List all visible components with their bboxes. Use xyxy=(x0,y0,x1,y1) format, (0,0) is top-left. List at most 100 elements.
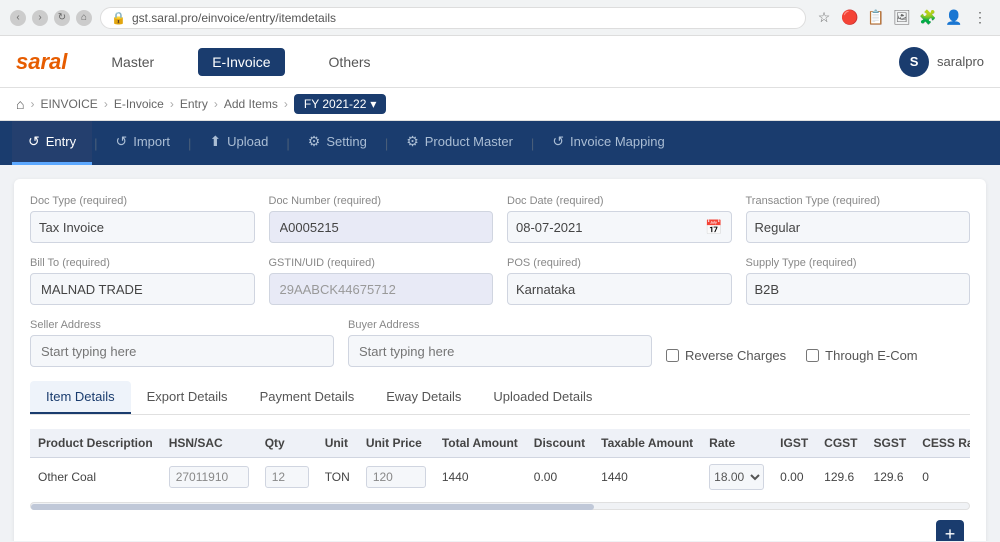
col-taxable-amount: Taxable Amount xyxy=(593,429,701,458)
gstin-label: GSTIN/UID (required) xyxy=(269,257,494,269)
back-button[interactable]: ‹ xyxy=(10,10,26,26)
bookmark-icon[interactable]: ☆ xyxy=(814,8,834,28)
product-master-tab-icon: ⚙ xyxy=(406,133,419,150)
cell-discount: 0.00 xyxy=(526,458,593,497)
checkbox-area: Reverse Charges Through E-Com xyxy=(666,348,970,367)
add-row-button[interactable]: + xyxy=(936,520,964,541)
bill-to-label: Bill To (required) xyxy=(30,257,255,269)
tab-import[interactable]: ↺ Import xyxy=(99,121,186,165)
transaction-type-label: Transaction Type (required) xyxy=(746,195,971,207)
horizontal-scrollbar[interactable] xyxy=(30,502,970,510)
sub-tab-export-details[interactable]: Export Details xyxy=(131,381,244,414)
add-row-area: + xyxy=(30,516,970,541)
tab-bar: ↺ Entry | ↺ Import | ⬆ Upload | ⚙ Settin… xyxy=(0,121,1000,165)
sub-tab-item-details[interactable]: Item Details xyxy=(30,381,131,414)
transaction-type-select[interactable]: Regular xyxy=(746,211,971,243)
url-bar[interactable]: 🔒 gst.saral.pro/einvoice/entry/itemdetai… xyxy=(100,7,806,29)
seller-address-group: Seller Address xyxy=(30,319,334,367)
setting-tab-icon: ⚙ xyxy=(308,133,321,150)
doc-number-label: Doc Number (required) xyxy=(269,195,494,207)
refresh-button[interactable]: ↻ xyxy=(54,10,70,26)
top-nav: saral Master E-Invoice Others S saralpro xyxy=(0,36,1000,88)
doc-type-select[interactable]: Tax Invoice xyxy=(30,211,255,243)
cell-total-amount: 1440 xyxy=(434,458,526,497)
tab-product-master-label: Product Master xyxy=(425,134,513,149)
reverse-charges-checkbox[interactable] xyxy=(666,349,679,362)
col-rate: Rate xyxy=(701,429,772,458)
breadcrumb-add-items[interactable]: Add Items xyxy=(224,97,278,111)
cell-unit-price xyxy=(358,458,434,497)
bill-to-group: Bill To (required) xyxy=(30,257,255,305)
buyer-address-label: Buyer Address xyxy=(348,319,652,331)
col-unit-price: Unit Price xyxy=(358,429,434,458)
fy-selector[interactable]: FY 2021-22 ▾ xyxy=(294,94,387,114)
buyer-address-input[interactable] xyxy=(348,335,652,367)
form-row-3: Seller Address Buyer Address Reverse Cha… xyxy=(30,319,970,367)
rate-select[interactable]: 18.00 xyxy=(709,464,764,490)
sub-tab-payment-details[interactable]: Payment Details xyxy=(244,381,371,414)
ext2-icon[interactable]: 📋 xyxy=(866,8,886,28)
supply-type-select[interactable]: B2B xyxy=(746,273,971,305)
breadcrumb-einvoice[interactable]: EINVOICE xyxy=(40,97,97,111)
tab-invoice-mapping-label: Invoice Mapping xyxy=(570,134,665,149)
browser-controls: ‹ › ↻ ⌂ xyxy=(10,10,92,26)
gstin-input[interactable] xyxy=(269,273,494,305)
cell-taxable-amount: 1440 xyxy=(593,458,701,497)
home-button[interactable]: ⌂ xyxy=(76,10,92,26)
col-qty: Qty xyxy=(257,429,317,458)
more-icon[interactable]: ⋮ xyxy=(970,8,990,28)
breadcrumb-entry[interactable]: Entry xyxy=(180,97,208,111)
sub-tab-eway-details[interactable]: Eway Details xyxy=(370,381,477,414)
breadcrumb-einvoice2[interactable]: E-Invoice xyxy=(114,97,164,111)
tab-upload-label: Upload xyxy=(227,134,268,149)
buyer-address-group: Buyer Address xyxy=(348,319,652,367)
tab-entry[interactable]: ↺ Entry xyxy=(12,121,92,165)
items-table: Product Description HSN/SAC Qty Unit Uni… xyxy=(30,429,970,496)
calendar-icon[interactable]: 📅 xyxy=(705,219,722,236)
doc-number-input[interactable] xyxy=(269,211,494,243)
seller-address-label: Seller Address xyxy=(30,319,334,331)
qty-input[interactable] xyxy=(265,466,309,488)
reverse-charges-label: Reverse Charges xyxy=(685,348,786,363)
tab-invoice-mapping[interactable]: ↺ Invoice Mapping xyxy=(536,121,680,165)
hsn-input[interactable] xyxy=(169,466,249,488)
ext1-icon[interactable]: 🔴 xyxy=(840,8,860,28)
doc-date-label: Doc Date (required) xyxy=(507,195,732,207)
seller-address-input[interactable] xyxy=(30,335,334,367)
ext3-icon[interactable]: 🖼 xyxy=(892,8,912,28)
tab-import-label: Import xyxy=(133,134,170,149)
tab-setting[interactable]: ⚙ Setting xyxy=(292,121,383,165)
tab-upload[interactable]: ⬆ Upload xyxy=(193,121,284,165)
bill-to-input[interactable] xyxy=(30,273,255,305)
cell-igst: 0.00 xyxy=(772,458,816,497)
forward-button[interactable]: › xyxy=(32,10,48,26)
unit-price-input[interactable] xyxy=(366,466,426,488)
form-row-2: Bill To (required) GSTIN/UID (required) … xyxy=(30,257,970,305)
col-sgst: SGST xyxy=(866,429,915,458)
nav-right: S saralpro xyxy=(899,47,984,77)
through-ecom-item: Through E-Com xyxy=(806,348,917,363)
cell-rate: 18.00 xyxy=(701,458,772,497)
ext4-icon[interactable]: 🧩 xyxy=(918,8,938,28)
pos-label: POS (required) xyxy=(507,257,732,269)
invoice-mapping-tab-icon: ↺ xyxy=(552,133,564,150)
url-text: gst.saral.pro/einvoice/entry/itemdetails xyxy=(132,11,336,25)
pos-group: POS (required) Karnataka xyxy=(507,257,732,305)
user-name: saralpro xyxy=(937,54,984,69)
nav-others[interactable]: Others xyxy=(315,48,385,76)
nav-einvoice[interactable]: E-Invoice xyxy=(198,48,284,76)
upload-tab-icon: ⬆ xyxy=(209,133,221,150)
through-ecom-checkbox[interactable] xyxy=(806,349,819,362)
col-unit: Unit xyxy=(317,429,358,458)
doc-date-input[interactable] xyxy=(516,220,705,235)
pos-select[interactable]: Karnataka xyxy=(507,273,732,305)
nav-master[interactable]: Master xyxy=(97,48,168,76)
sub-tab-uploaded-details[interactable]: Uploaded Details xyxy=(477,381,608,414)
cell-cess: 0 xyxy=(914,458,970,497)
tab-product-master[interactable]: ⚙ Product Master xyxy=(390,121,529,165)
supply-type-group: Supply Type (required) B2B xyxy=(746,257,971,305)
col-cgst: CGST xyxy=(816,429,865,458)
table-header-row: Product Description HSN/SAC Qty Unit Uni… xyxy=(30,429,970,458)
home-breadcrumb-icon[interactable]: ⌂ xyxy=(16,96,24,112)
user-profile-icon[interactable]: 👤 xyxy=(944,8,964,28)
